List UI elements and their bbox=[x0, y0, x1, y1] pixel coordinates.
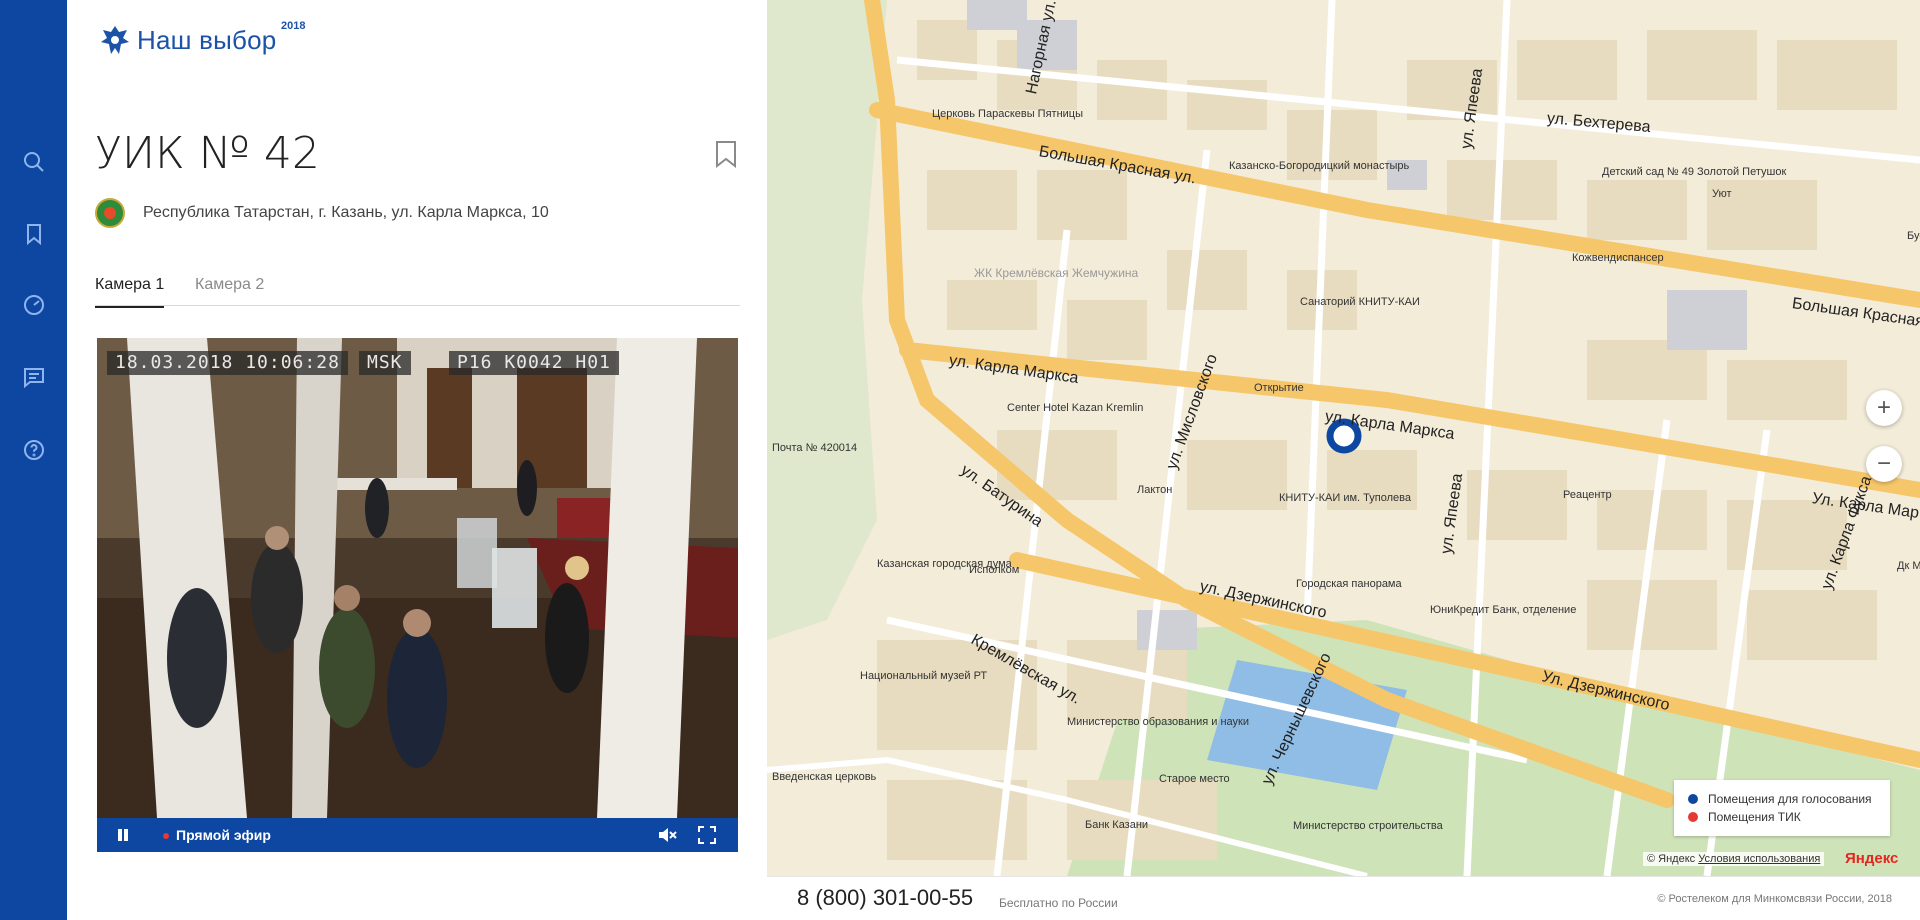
poi-label: Уют bbox=[1712, 188, 1732, 200]
tik-dot-icon bbox=[1688, 812, 1698, 822]
poi-label: Открытие bbox=[1254, 382, 1304, 394]
map-copyright: © Яндекс Условия использования bbox=[1643, 852, 1825, 866]
map[interactable]: Большая Красная ул. ул. Карла Маркса ул.… bbox=[767, 0, 1920, 876]
dashboard-icon[interactable] bbox=[20, 291, 48, 319]
map-legend: Помещения для голосования Помещения ТИК bbox=[1674, 780, 1890, 836]
poi-label: Министерство строительства bbox=[1293, 820, 1443, 832]
poi-label: Буфет Ко bbox=[1907, 230, 1920, 242]
bookmark-icon[interactable] bbox=[20, 220, 48, 248]
help-icon[interactable] bbox=[20, 436, 48, 464]
poi-label: Городская панорама bbox=[1296, 578, 1402, 590]
poi-label: Реацентр bbox=[1563, 489, 1612, 501]
poi-label: Министерство образования и науки bbox=[1067, 716, 1249, 728]
yandex-brand-text: Яндекс bbox=[1845, 850, 1899, 867]
logo-text: Наш выбор bbox=[137, 24, 277, 55]
legend-label: Помещения ТИК bbox=[1708, 810, 1801, 824]
poi-label: Center Hotel Kazan Kremlin bbox=[1007, 402, 1144, 414]
terms-link[interactable]: Условия использования bbox=[1698, 853, 1820, 865]
camera-feed-image bbox=[97, 338, 738, 818]
search-icon[interactable] bbox=[20, 148, 48, 176]
zoom-in-button[interactable]: + bbox=[1866, 390, 1902, 426]
poi-label: Лактон bbox=[1137, 484, 1173, 496]
poi-label: Дк Ме bbox=[1897, 560, 1920, 572]
mute-button[interactable] bbox=[657, 826, 677, 844]
poi-label: Казанско-Богородицкий монастырь bbox=[1229, 160, 1410, 172]
poi-label: Исполком bbox=[969, 564, 1020, 576]
info-panel: Наш выбор 2018 УИК № 42 Республика Татар… bbox=[67, 0, 767, 920]
legend-label: Помещения для голосования bbox=[1708, 792, 1872, 806]
yandex-logo: Яндекс bbox=[1845, 850, 1898, 867]
video-player[interactable]: 18.03.2018 10:06:28 MSK P16 K0042 H01 Пр… bbox=[97, 338, 738, 852]
station-address: Республика Татарстан, г. Казань, ул. Кар… bbox=[143, 204, 549, 221]
poi-label: Санаторий КНИТУ-КАИ bbox=[1300, 296, 1420, 308]
poi-label: КНИТУ-КАИ им. Туполева bbox=[1279, 492, 1411, 504]
logo-year: 2018 bbox=[281, 20, 306, 32]
tatarstan-emblem-icon bbox=[95, 198, 125, 228]
footer: 8 (800) 301-00-55 Бесплатно по России © … bbox=[767, 876, 1920, 920]
live-dot-icon bbox=[163, 833, 169, 839]
eagle-emblem-icon bbox=[101, 26, 129, 54]
poi-label: Почта № 420014 bbox=[772, 442, 858, 454]
address-row: Республика Татарстан, г. Казань, ул. Кар… bbox=[95, 198, 549, 228]
poi-label: Национальный музей РТ bbox=[860, 670, 988, 682]
pause-button[interactable] bbox=[115, 827, 131, 843]
map-canvas bbox=[767, 0, 1920, 876]
legend-item: Помещения ТИК bbox=[1688, 808, 1876, 826]
chat-icon[interactable] bbox=[20, 363, 48, 391]
poi-label: Кожвендиспансер bbox=[1572, 252, 1664, 264]
page-title: УИК № 42 bbox=[95, 128, 320, 179]
logo[interactable]: Наш выбор 2018 bbox=[97, 20, 305, 58]
hotline-phone[interactable]: 8 (800) 301-00-55 bbox=[797, 885, 973, 911]
poi-label: Введенская церковь bbox=[772, 771, 877, 783]
poi-label: Старое место bbox=[1159, 773, 1230, 785]
video-timezone: MSK bbox=[359, 351, 411, 375]
poi-label: ЖК Кремлёвская Жемчужина bbox=[974, 266, 1139, 280]
bookmark-button[interactable] bbox=[715, 140, 737, 169]
tab-camera-1[interactable]: Камера 1 bbox=[95, 276, 165, 308]
video-camera-id: P16 K0042 H01 bbox=[449, 351, 619, 375]
poi-label: Церковь Параскевы Пятницы bbox=[932, 108, 1084, 120]
hotline-note: Бесплатно по России bbox=[999, 896, 1118, 910]
voting-dot-icon bbox=[1688, 794, 1698, 804]
live-label: Прямой эфир bbox=[176, 827, 271, 843]
footer-copyright: © Ростелеком для Минкомсвязи России, 201… bbox=[1657, 893, 1892, 905]
poi-label: Детский сад № 49 Золотой Петушок bbox=[1602, 166, 1787, 178]
side-rail bbox=[0, 0, 67, 920]
legend-item: Помещения для голосования bbox=[1688, 790, 1876, 808]
camera-tabs: Камера 1 Камера 2 bbox=[95, 272, 740, 308]
fullscreen-button[interactable] bbox=[698, 826, 716, 844]
video-timestamp: 18.03.2018 10:06:28 bbox=[107, 351, 348, 375]
video-controls: Прямой эфир bbox=[97, 818, 738, 852]
tab-camera-2[interactable]: Камера 2 bbox=[195, 276, 264, 294]
zoom-out-button[interactable]: − bbox=[1866, 446, 1902, 482]
poi-label: Банк Казани bbox=[1085, 819, 1149, 831]
poi-label: ЮниКредит Банк, отделение bbox=[1430, 604, 1577, 616]
